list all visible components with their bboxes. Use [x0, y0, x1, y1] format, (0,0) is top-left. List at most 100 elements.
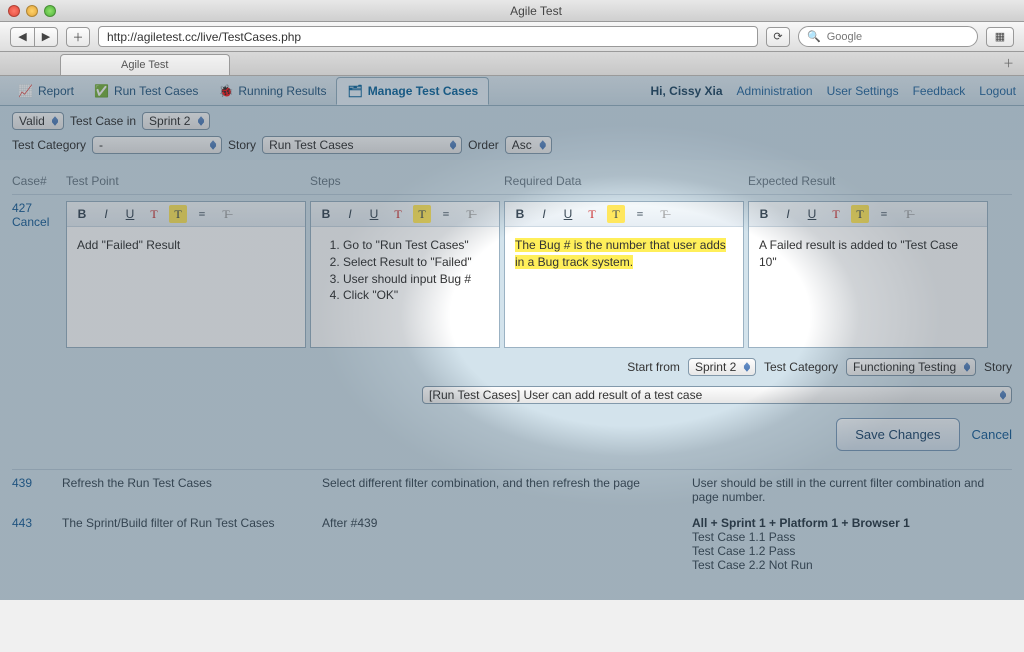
url-bar[interactable]: http://agiletest.cc/live/TestCases.php [98, 26, 758, 47]
label-meta-story: Story [984, 360, 1012, 374]
case-id[interactable]: 443 [12, 516, 62, 572]
case-testpoint: The Sprint/Build filter of Run Test Case… [62, 516, 322, 572]
new-tab-button[interactable]: ＋ [993, 51, 1024, 75]
close-icon[interactable] [8, 5, 20, 17]
col-case: Case# [12, 174, 62, 188]
meta-category-select[interactable]: Functioning Testing [846, 358, 976, 376]
label-test-category: Test Category [12, 138, 86, 152]
tab-running-results[interactable]: 🐞Running Results [208, 78, 336, 104]
bold-icon[interactable]: B [317, 205, 335, 223]
editor-steps-body[interactable]: Go to "Run Test Cases" Select Result to … [311, 227, 499, 347]
tab-overview-button[interactable]: ▦ [986, 27, 1014, 47]
start-from-select[interactable]: Sprint 2 [688, 358, 756, 376]
browser-tab[interactable]: Agile Test [60, 54, 230, 75]
search-bar[interactable]: 🔍 Google [798, 26, 978, 47]
tab-run-test-cases[interactable]: ✅Run Test Cases [84, 78, 208, 104]
list-icon[interactable]: ≡ [875, 205, 893, 223]
link-logout[interactable]: Logout [979, 84, 1016, 98]
textcolor-icon[interactable]: T [389, 205, 407, 223]
save-button[interactable]: Save Changes [836, 418, 959, 451]
valid-select[interactable]: Valid [12, 112, 64, 130]
textcolor-icon[interactable]: T [145, 205, 163, 223]
highlight-icon[interactable]: T [607, 205, 625, 223]
editor-testpoint-body[interactable]: Add "Failed" Result [67, 227, 305, 347]
tab-report[interactable]: 📈Report [8, 78, 84, 104]
clearformat-icon[interactable]: T̶ [655, 205, 673, 223]
clearformat-icon[interactable]: T̶ [217, 205, 235, 223]
app-container: 📈Report ✅Run Test Cases 🐞Running Results… [0, 76, 1024, 600]
search-placeholder: Google [827, 31, 862, 43]
col-testpoint: Test Point [66, 174, 306, 188]
main-content: Case# Test Point Steps Required Data Exp… [0, 160, 1024, 652]
checklist-icon: ✅ [94, 84, 109, 98]
case-testpoint: Refresh the Run Test Cases [62, 476, 322, 504]
editor-expected-body[interactable]: A Failed result is added to "Test Case 1… [749, 227, 987, 347]
bold-icon[interactable]: B [73, 205, 91, 223]
clearformat-icon[interactable]: T̶ [899, 205, 917, 223]
chart-icon: 📈 [18, 84, 33, 98]
textcolor-icon[interactable]: T [583, 205, 601, 223]
case-row-427: 427 Cancel B I U T T ≡ T̶ Add "Failed" R… [12, 195, 1012, 348]
highlight-icon[interactable]: T [413, 205, 431, 223]
reload-button[interactable]: ⟳ [766, 27, 790, 47]
grid-icon: 🗂 [347, 84, 362, 98]
add-bookmark-button[interactable]: ＋ [66, 27, 90, 47]
underline-icon[interactable]: U [559, 205, 577, 223]
case-steps: After #439 [322, 516, 692, 572]
textcolor-icon[interactable]: T [827, 205, 845, 223]
list-icon[interactable]: ≡ [631, 205, 649, 223]
forward-button[interactable]: ▶ [34, 27, 58, 47]
category-select[interactable]: - [92, 136, 222, 154]
highlight-icon[interactable]: T [851, 205, 869, 223]
link-administration[interactable]: Administration [737, 84, 813, 98]
col-steps: Steps [310, 174, 500, 188]
underline-icon[interactable]: U [121, 205, 139, 223]
col-reqdata: Required Data [504, 174, 744, 188]
italic-icon[interactable]: I [535, 205, 553, 223]
bug-icon: 🐞 [218, 84, 233, 98]
italic-icon[interactable]: I [779, 205, 797, 223]
cancel-link[interactable]: Cancel [972, 427, 1012, 442]
italic-icon[interactable]: I [97, 205, 115, 223]
case-id[interactable]: 439 [12, 476, 62, 504]
editor-reqdata-body[interactable]: The Bug # is the number that user adds i… [505, 227, 743, 347]
meta-story-select[interactable]: [Run Test Cases] User can add result of … [422, 386, 1012, 404]
zoom-icon[interactable] [44, 5, 56, 17]
clearformat-icon[interactable]: T̶ [461, 205, 479, 223]
search-icon: 🔍 [807, 30, 821, 43]
step-item: User should input Bug # [343, 271, 489, 288]
list-icon[interactable]: ≡ [193, 205, 211, 223]
back-button[interactable]: ◀ [10, 27, 34, 47]
bold-icon[interactable]: B [511, 205, 529, 223]
greeting: Hi, Cissy Xia [650, 84, 722, 98]
order-select[interactable]: Asc [505, 136, 552, 154]
editor-testpoint: B I U T T ≡ T̶ Add "Failed" Result [66, 201, 306, 348]
editor-toolbar: B I U T T ≡ T̶ [67, 202, 305, 227]
minimize-icon[interactable] [26, 5, 38, 17]
window-title: Agile Test [56, 4, 1016, 18]
col-expected: Expected Result [748, 174, 988, 188]
story-select[interactable]: Run Test Cases [262, 136, 462, 154]
step-item: Click "OK" [343, 287, 489, 304]
underline-icon[interactable]: U [803, 205, 821, 223]
step-item: Go to "Run Test Cases" [343, 237, 489, 254]
actions-row: Save Changes Cancel [12, 418, 1012, 451]
bold-icon[interactable]: B [755, 205, 773, 223]
label-meta-category: Test Category [764, 360, 838, 374]
list-icon[interactable]: ≡ [437, 205, 455, 223]
link-user-settings[interactable]: User Settings [827, 84, 899, 98]
filter-bar: Valid Test Case in Sprint 2 Test Categor… [0, 106, 1024, 160]
case-cancel-link[interactable]: Cancel [12, 215, 62, 229]
meta-row-1: Start from Sprint 2 Test Category Functi… [12, 358, 1012, 376]
editor-reqdata: B I U T T ≡ T̶ The Bug # is the number t… [504, 201, 744, 348]
window-titlebar: Agile Test [0, 0, 1024, 22]
tab-manage-test-cases[interactable]: 🗂Manage Test Cases [336, 77, 489, 105]
underline-icon[interactable]: U [365, 205, 383, 223]
highlight-icon[interactable]: T [169, 205, 187, 223]
case-steps: Select different filter combination, and… [322, 476, 692, 504]
italic-icon[interactable]: I [341, 205, 359, 223]
sprint-select[interactable]: Sprint 2 [142, 112, 210, 130]
case-expected: All + Sprint 1 + Platform 1 + Browser 1 … [692, 516, 992, 572]
case-id[interactable]: 427 [12, 201, 32, 215]
link-feedback[interactable]: Feedback [913, 84, 966, 98]
